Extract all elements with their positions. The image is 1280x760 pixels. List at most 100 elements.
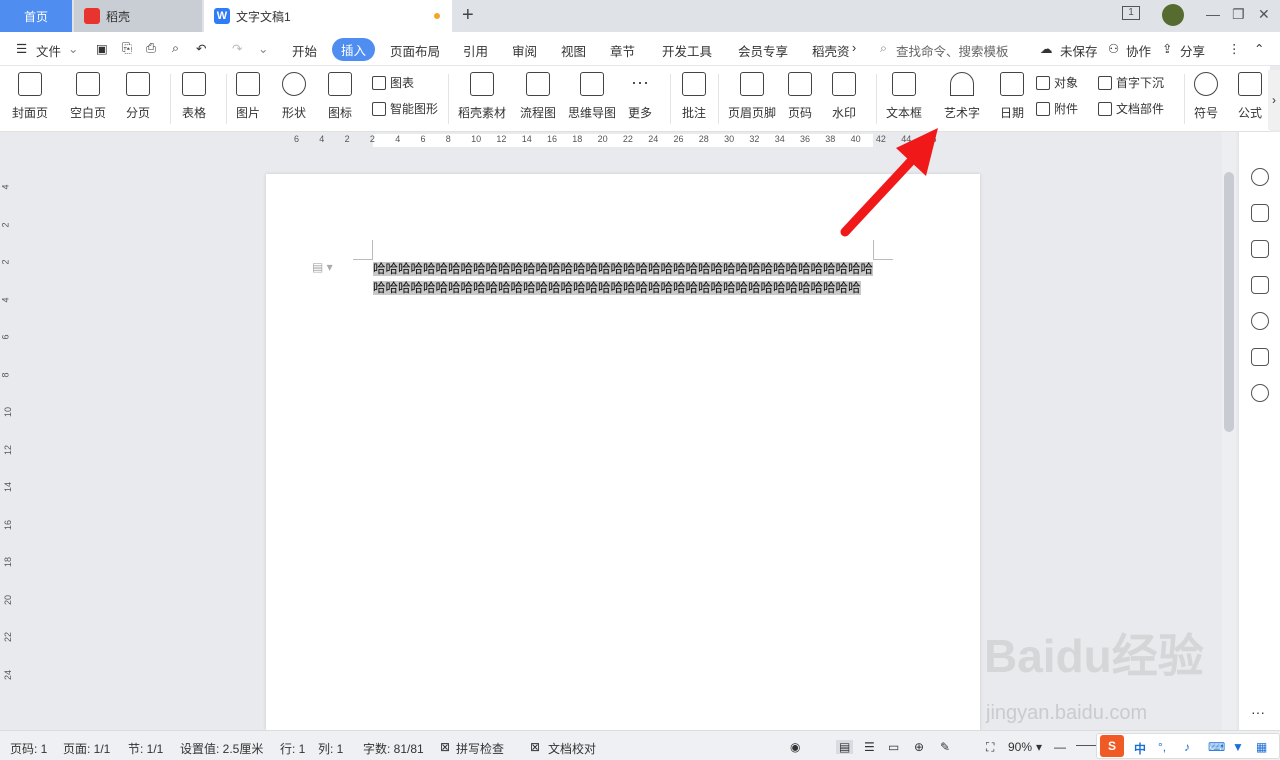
lightbulb-icon[interactable] (1251, 384, 1269, 402)
ime-mic-icon[interactable]: ♪ (1184, 740, 1190, 754)
page-view-icon[interactable]: ▤ (836, 740, 854, 754)
icons-button[interactable]: 图标 (328, 72, 352, 121)
window-count-icon[interactable]: 1 (1122, 6, 1140, 20)
more-button[interactable]: ··· 更多 (628, 72, 652, 121)
web-view-icon[interactable]: ⊕ (914, 740, 924, 754)
avatar[interactable] (1162, 4, 1184, 26)
table-button[interactable]: 表格 (182, 72, 206, 121)
watermark-button[interactable]: 水印 (832, 72, 856, 121)
sogou-ime-icon[interactable]: S (1100, 735, 1124, 757)
print-icon[interactable]: ⎙ (146, 41, 156, 56)
menu-daoke-resources[interactable]: 稻壳资 (812, 41, 850, 60)
object-button[interactable]: 对象 (1036, 74, 1078, 91)
horizontal-ruler[interactable]: 6 4 2 2 4 6 8 10 12 14 16 18 20 22 24 26 28 30 32 34 36 38 40 4… (0, 132, 1220, 150)
save-icon[interactable]: ▣ (96, 41, 108, 56)
ribbon-scroll-right-icon[interactable]: › (1268, 70, 1280, 130)
outline-view-icon[interactable]: ☰ (864, 740, 875, 754)
status-wordcount[interactable]: 字数: 81/81 (363, 740, 424, 757)
share-button[interactable]: 分享 (1180, 41, 1205, 60)
tab-document[interactable]: W 文字文稿1 (204, 0, 452, 32)
wordart-button[interactable]: 艺术字 (944, 72, 980, 121)
docparts-button[interactable]: 文档部件 (1098, 100, 1164, 117)
status-setting[interactable]: 设置值: 2.5厘米 (180, 740, 263, 757)
symbol-button[interactable]: 符号 (1194, 72, 1218, 121)
selected-text[interactable]: 哈哈哈哈哈哈哈哈哈哈哈哈哈哈哈哈哈哈哈哈哈哈哈哈哈哈哈哈哈哈哈哈哈哈哈哈哈哈哈哈… (373, 262, 874, 295)
menu-developer[interactable]: 开发工具 (662, 41, 712, 60)
formula-button[interactable]: 公式 (1238, 72, 1262, 121)
document-body-text[interactable]: 哈哈哈哈哈哈哈哈哈哈哈哈哈哈哈哈哈哈哈哈哈哈哈哈哈哈哈哈哈哈哈哈哈哈哈哈哈哈哈哈… (373, 260, 874, 298)
menu-reference[interactable]: 引用 (463, 41, 488, 60)
status-page[interactable]: 页码: 1 (10, 740, 47, 757)
textbox-button[interactable]: 文本框 (886, 72, 922, 121)
menu-insert[interactable]: 插入 (332, 38, 376, 61)
menu-start[interactable]: 开始 (292, 41, 317, 60)
reading-view-icon[interactable]: ▭ (888, 740, 899, 754)
menu-file[interactable]: 文件 (36, 41, 61, 60)
header-footer-button[interactable]: 页眉页脚 (728, 72, 776, 121)
proofread-button[interactable]: 文档校对 (548, 740, 596, 757)
shape-button[interactable]: 形状 (282, 72, 306, 121)
date-button[interactable]: 日期 (1000, 72, 1024, 121)
ime-tools-icon[interactable]: ▦ (1256, 740, 1267, 754)
redo-icon[interactable]: ↷ (232, 41, 242, 56)
comment-button[interactable]: 批注 (682, 72, 706, 121)
quick-access-dropdown-icon[interactable]: ⌄ (258, 41, 268, 56)
ime-keyboard-icon[interactable]: ⌨ (1208, 740, 1225, 754)
fit-page-icon[interactable]: ⛶ (986, 740, 994, 755)
pen-mode-icon[interactable]: ✎ (940, 740, 950, 754)
vertical-scrollbar[interactable] (1222, 132, 1236, 730)
status-row[interactable]: 行: 1 (280, 740, 305, 757)
vertical-ruler[interactable]: 4 2 2 4 6 8 10 12 14 16 18 20 22 24 (0, 150, 16, 730)
zoom-dropdown-icon[interactable]: ▾ (1036, 740, 1042, 754)
picture-button[interactable]: 图片 (236, 72, 260, 121)
chart-button[interactable]: 图表 (372, 74, 414, 91)
menu-page-layout[interactable]: 页面布局 (390, 41, 440, 60)
pen-icon[interactable] (1251, 204, 1269, 222)
preview-icon[interactable]: ⌕ (172, 41, 179, 56)
flowchart-button[interactable]: 流程图 (520, 72, 556, 121)
zoom-out-button[interactable]: — (1054, 740, 1066, 754)
document-page[interactable]: ▤ ▾ 哈哈哈哈哈哈哈哈哈哈哈哈哈哈哈哈哈哈哈哈哈哈哈哈哈哈哈哈哈哈哈哈哈哈哈哈… (266, 174, 980, 730)
collapse-ribbon-icon[interactable]: ⌃ (1254, 41, 1264, 56)
spellcheck-button[interactable]: 拼写检查 (456, 740, 504, 757)
command-search-input[interactable]: 查找命令、搜索模板 (896, 41, 1009, 60)
smartart-button[interactable]: 智能图形 (372, 100, 438, 117)
rocket-icon[interactable] (1251, 168, 1269, 186)
status-pages[interactable]: 页面: 1/1 (63, 740, 110, 757)
tab-home[interactable]: 首页 (0, 0, 72, 32)
collab-button[interactable]: 协作 (1126, 41, 1151, 60)
cover-page-button[interactable]: 封面页 (12, 72, 48, 121)
menu-chapter[interactable]: 章节 (610, 41, 635, 60)
dropcap-button[interactable]: 首字下沉 (1098, 74, 1164, 91)
tab-daoke[interactable]: 稻壳 (74, 0, 202, 32)
blank-page-button[interactable]: 空白页 (70, 72, 106, 121)
sidebar-more-icon[interactable]: ··· (1251, 704, 1265, 720)
scrollbar-thumb[interactable] (1224, 172, 1234, 432)
ime-punct-icon[interactable]: °, (1158, 740, 1166, 754)
export-icon[interactable]: ⎘ (122, 41, 132, 56)
close-button[interactable]: ✕ (1258, 6, 1270, 23)
minimize-button[interactable]: — (1206, 6, 1220, 22)
zoom-level[interactable]: 90% (1008, 740, 1032, 754)
menu-more-chevron-icon[interactable]: › (852, 41, 856, 55)
more-options-icon[interactable]: ⋮ (1228, 41, 1241, 56)
help-icon[interactable] (1251, 312, 1269, 330)
menu-review[interactable]: 审阅 (512, 41, 537, 60)
eye-protection-icon[interactable]: ◉ (790, 740, 800, 754)
ime-lang[interactable]: 中 (1134, 740, 1146, 757)
page-break-button[interactable]: 分页 (126, 72, 150, 121)
status-col[interactable]: 列: 1 (318, 740, 343, 757)
mindmap-button[interactable]: 思维导图 (568, 72, 616, 121)
menu-member[interactable]: 会员专享 (738, 41, 788, 60)
adjust-icon[interactable] (1251, 276, 1269, 294)
attachment-button[interactable]: 附件 (1036, 100, 1078, 117)
status-section[interactable]: 节: 1/1 (128, 740, 163, 757)
hamburger-icon[interactable]: ☰ (16, 41, 27, 56)
menu-view[interactable]: 视图 (561, 41, 586, 60)
daoke-material-button[interactable]: 稻壳素材 (458, 72, 506, 121)
backup-icon[interactable] (1251, 348, 1269, 366)
unsaved-button[interactable]: 未保存 (1060, 41, 1098, 60)
undo-icon[interactable]: ↶ (196, 41, 206, 56)
ime-skin-icon[interactable]: ▼ (1232, 740, 1244, 754)
new-tab-button[interactable]: + (462, 4, 474, 27)
